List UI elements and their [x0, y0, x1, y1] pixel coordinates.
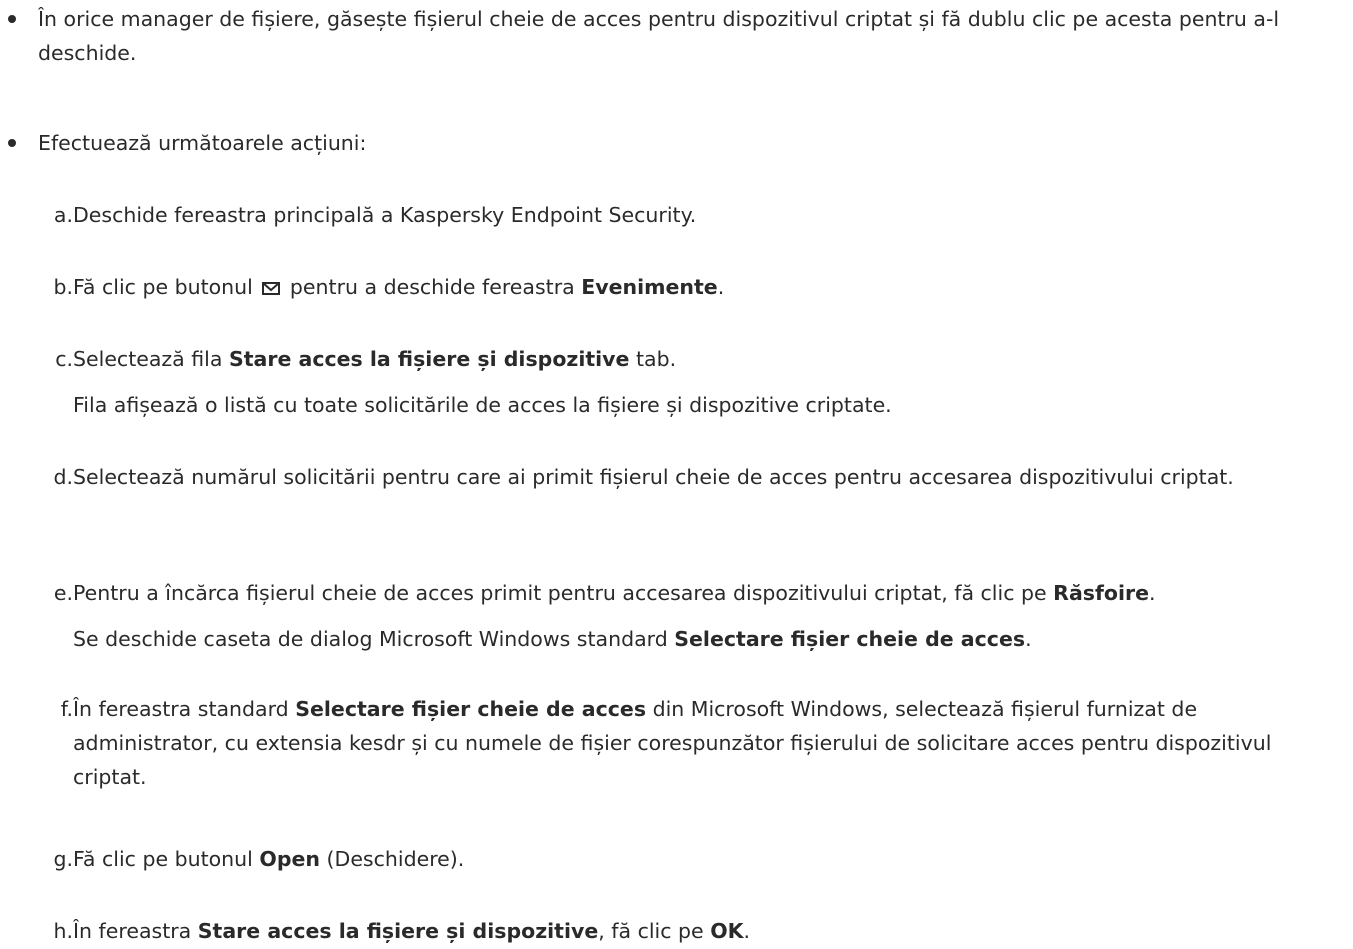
step-text-part: Pentru a încărca fișierul cheie de acces… — [73, 581, 1047, 605]
window-name-events: Evenimente — [581, 275, 718, 299]
step-note: Fila afișează o listă cu toate solicităr… — [73, 393, 892, 417]
step-text-part: Fă clic pe butonul — [73, 275, 253, 299]
bullet-text: În orice manager de fișiere, găsește fiș… — [38, 7, 1280, 65]
bullet-text: Efectuează următoarele acțiuni: — [38, 131, 367, 155]
step-b: b. Fă clic pe butonul pentru a deschide … — [53, 270, 1348, 304]
step-text-part: . — [743, 919, 751, 943]
tab-name-file-access-status: Stare acces la fișiere și dispozitive — [228, 347, 630, 371]
step-letter: d. — [53, 465, 73, 489]
step-text: În fereastra standard Selectare fișier c… — [73, 692, 1348, 794]
step-text: În fereastra Stare acces la fișiere și d… — [73, 914, 1348, 948]
step-text-part: . — [717, 275, 725, 299]
step-letter: g. — [53, 847, 73, 871]
step-a: a. Deschide fereastra principală a Kaspe… — [54, 198, 1348, 232]
step-text-part: În fereastra — [73, 919, 192, 943]
step-text-part: tab. — [635, 347, 677, 371]
step-e: e. Pentru a încărca fișierul cheie de ac… — [54, 576, 1348, 656]
step-letter: e. — [53, 581, 73, 605]
step-text: Fă clic pe butonul Open (Deschidere). — [73, 842, 1348, 876]
step-text-part: (Deschidere). — [326, 847, 465, 871]
bullet-item-find-key-file: În orice manager de fișiere, găsește fiș… — [8, 2, 1338, 70]
step-letter: a. — [53, 203, 73, 227]
button-name-ok: OK — [710, 919, 744, 943]
step-text-part: . — [1149, 581, 1156, 605]
step-text: Selectează fila Stare acces la fișiere ș… — [73, 342, 1348, 376]
step-note-part: Se deschide caseta de dialog Microsoft W… — [73, 627, 668, 651]
step-text-part: Fă clic pe butonul — [73, 847, 253, 871]
step-f: f. În fereastra standard Selectare fișie… — [61, 692, 1348, 794]
bullet-item-perform-actions: Efectuează următoarele acțiuni: — [8, 126, 1338, 160]
button-name-open: Open — [259, 847, 320, 871]
step-letter: c. — [55, 347, 73, 371]
step-note: Se deschide caseta de dialog Microsoft W… — [73, 622, 1348, 656]
step-letter: f. — [60, 697, 73, 721]
step-text-part: Selectează fila — [73, 347, 223, 371]
window-name-file-access-status: Stare acces la fișiere și dispozitive — [197, 919, 599, 943]
step-note-part: . — [1025, 627, 1032, 651]
dialog-name-select-key-file: Selectare fișier cheie de acces — [674, 627, 1026, 651]
step-c: c. Selectează fila Stare acces la fișier… — [55, 342, 1348, 422]
step-text-part: , fă clic pe — [598, 919, 704, 943]
window-name-select-key-file: Selectare fișier cheie de acces — [295, 697, 647, 721]
step-h: h. În fereastra Stare acces la fișiere ș… — [53, 914, 1348, 948]
step-g: g. Fă clic pe butonul Open (Deschidere). — [53, 842, 1348, 876]
bullet-point-icon — [8, 15, 16, 23]
step-text: Fă clic pe butonul pentru a deschide fer… — [73, 270, 1348, 304]
step-letter: b. — [53, 275, 73, 299]
instructions-document: În orice manager de fișiere, găsește fiș… — [0, 0, 1353, 949]
step-letter: h. — [53, 919, 73, 943]
step-text-part: pentru a deschide fereastra — [289, 275, 575, 299]
bullet-point-icon — [8, 139, 16, 147]
button-name-browse: Răsfoire — [1053, 581, 1150, 605]
envelope-icon — [262, 282, 281, 295]
step-text: Deschide fereastra principală a Kaspersk… — [73, 203, 697, 227]
step-text: Selectează numărul solicitării pentru ca… — [73, 465, 1234, 489]
step-text: Pentru a încărca fișierul cheie de acces… — [73, 576, 1348, 610]
step-d: d. Selectează numărul solicitării pentru… — [53, 460, 1348, 494]
step-text-part: În fereastra standard — [73, 697, 289, 721]
